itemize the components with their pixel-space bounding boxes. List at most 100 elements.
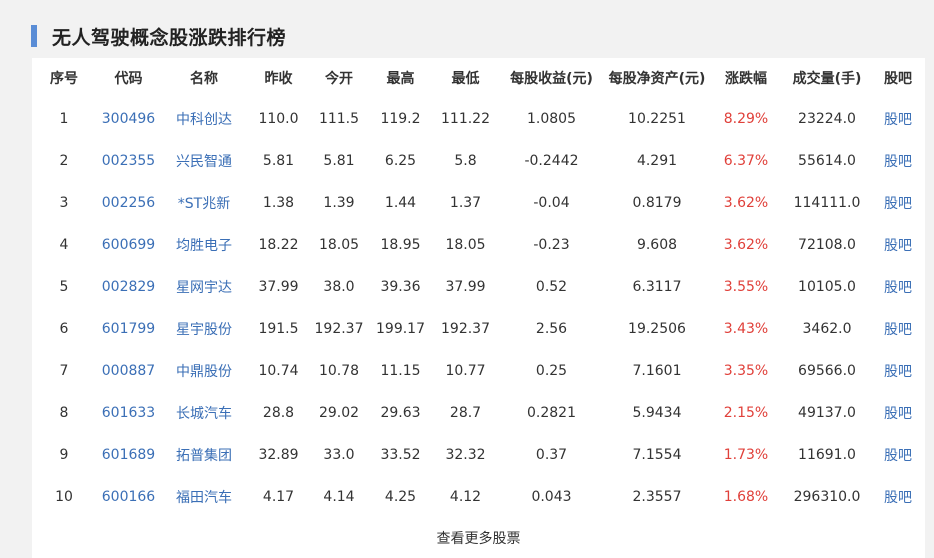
- cell-open: 5.81: [323, 153, 355, 169]
- stock-code-link[interactable]: 601689: [102, 447, 155, 463]
- cell-high: 1.44: [384, 195, 417, 211]
- forum-link[interactable]: 股吧: [884, 154, 912, 170]
- cell-change: 1.73%: [723, 447, 769, 463]
- forum-link[interactable]: 股吧: [884, 280, 912, 296]
- column-header-open: 今开: [325, 71, 353, 87]
- table-row: 5 002829 星网宇达 37.99 38.0 39.36 37.99 0.52 6.3117…: [32, 266, 925, 308]
- forum-link[interactable]: 股吧: [884, 322, 912, 338]
- cell-eps: 1.0805: [527, 111, 576, 127]
- cell-forum: 股吧: [871, 476, 925, 518]
- stock-name-link[interactable]: 福田汽车: [176, 490, 232, 506]
- cell-code: 002256: [96, 182, 161, 224]
- cell-volume: 3462.0: [802, 321, 852, 337]
- stock-name-link[interactable]: 中科创达: [176, 112, 232, 128]
- cell-open: 10.78: [318, 363, 360, 379]
- stock-name-link[interactable]: 中鼎股份: [176, 364, 232, 380]
- cell-high: 29.63: [380, 405, 421, 421]
- table-row: 2 002355 兴民智通 5.81 5.81 6.25 5.8 -0.2442 4.291 6.…: [32, 140, 925, 182]
- cell-forum: 股吧: [871, 224, 925, 266]
- cell-low: 10.77: [445, 363, 486, 379]
- column-header-index: 序号: [50, 71, 78, 87]
- stock-code-link[interactable]: 002355: [102, 153, 155, 169]
- cell-name: 长城汽车: [161, 392, 247, 434]
- stock-code-link[interactable]: 601799: [102, 321, 155, 337]
- cell-name: 星网宇达: [161, 266, 247, 308]
- cell-low: 192.37: [441, 321, 490, 337]
- cell-low: 18.05: [445, 237, 486, 253]
- stock-name-link[interactable]: 均胜电子: [176, 238, 232, 254]
- cell-name: 拓普集团: [161, 434, 247, 476]
- stock-name-link[interactable]: 星网宇达: [176, 280, 232, 296]
- forum-link[interactable]: 股吧: [884, 490, 912, 506]
- cell-bvps: 19.2506: [628, 321, 686, 337]
- stock-name-link[interactable]: 兴民智通: [176, 154, 232, 170]
- cell-index: 8: [59, 405, 69, 421]
- cell-bvps: 4.291: [636, 153, 678, 169]
- cell-volume: 114111.0: [793, 195, 861, 211]
- ranking-panel: 序号 代码 名称 昨收 今开 最高 最低 每股收益(元) 每股净资产(元) 涨跌幅 成交量(手) 股吧…: [32, 58, 925, 558]
- table-row: 1 300496 中科创达 110.0 111.5 119.2 111.22 1.0805 10…: [32, 98, 925, 140]
- cell-eps: -0.2442: [524, 153, 579, 169]
- cell-high: 6.25: [384, 153, 417, 169]
- cell-volume: 49137.0: [798, 405, 856, 421]
- cell-change: 3.55%: [723, 279, 769, 295]
- cell-volume: 69566.0: [798, 363, 856, 379]
- cell-prev-close: 4.17: [262, 489, 295, 505]
- cell-low: 28.7: [449, 405, 482, 421]
- forum-link[interactable]: 股吧: [884, 238, 912, 254]
- forum-link[interactable]: 股吧: [884, 112, 912, 128]
- cell-low: 5.8: [454, 153, 477, 169]
- table-row: 8 601633 长城汽车 28.8 29.02 29.63 28.7 0.2821 5.943…: [32, 392, 925, 434]
- cell-index: 5: [59, 279, 69, 295]
- cell-eps: 0.52: [535, 279, 568, 295]
- stock-code-link[interactable]: 600166: [102, 489, 155, 505]
- stock-name-link[interactable]: 星宇股份: [176, 322, 232, 338]
- cell-index: 6: [59, 321, 69, 337]
- cell-forum: 股吧: [871, 392, 925, 434]
- cell-code: 002829: [96, 266, 161, 308]
- cell-forum: 股吧: [871, 182, 925, 224]
- cell-low: 4.12: [449, 489, 482, 505]
- forum-link[interactable]: 股吧: [884, 448, 912, 464]
- cell-bvps: 9.608: [636, 237, 678, 253]
- stock-code-link[interactable]: 300496: [102, 111, 155, 127]
- cell-high: 11.15: [380, 363, 421, 379]
- stock-code-link[interactable]: 002256: [102, 195, 155, 211]
- cell-forum: 股吧: [871, 434, 925, 476]
- cell-volume: 11691.0: [798, 447, 856, 463]
- forum-link[interactable]: 股吧: [884, 196, 912, 212]
- forum-link[interactable]: 股吧: [884, 406, 912, 422]
- stock-code-link[interactable]: 002829: [102, 279, 155, 295]
- cell-bvps: 10.2251: [628, 111, 686, 127]
- cell-bvps: 6.3117: [632, 279, 682, 295]
- stock-name-link[interactable]: *ST兆新: [178, 196, 230, 212]
- cell-change: 1.68%: [723, 489, 769, 505]
- stock-code-link[interactable]: 000887: [102, 363, 155, 379]
- view-more-link[interactable]: 查看更多股票: [32, 528, 925, 548]
- cell-bvps: 7.1601: [632, 363, 682, 379]
- cell-code: 002355: [96, 140, 161, 182]
- cell-index: 1: [59, 111, 69, 127]
- cell-open: 111.5: [318, 111, 360, 127]
- cell-prev-close: 10.74: [258, 363, 299, 379]
- cell-bvps: 7.1554: [632, 447, 682, 463]
- stock-name-link[interactable]: 长城汽车: [176, 406, 232, 422]
- cell-low: 1.37: [449, 195, 482, 211]
- cell-name: 均胜电子: [161, 224, 247, 266]
- forum-link[interactable]: 股吧: [884, 364, 912, 380]
- cell-code: 601633: [96, 392, 161, 434]
- cell-code: 000887: [96, 350, 161, 392]
- cell-change: 6.37%: [723, 153, 769, 169]
- table-row: 6 601799 星宇股份 191.5 192.37 199.17 192.37 2.56 19…: [32, 308, 925, 350]
- stock-code-link[interactable]: 600699: [102, 237, 155, 253]
- cell-forum: 股吧: [871, 266, 925, 308]
- stock-code-link[interactable]: 601633: [102, 405, 155, 421]
- cell-name: 兴民智通: [161, 140, 247, 182]
- stock-name-link[interactable]: 拓普集团: [176, 448, 232, 464]
- cell-prev-close: 18.22: [258, 237, 299, 253]
- cell-prev-close: 5.81: [262, 153, 295, 169]
- column-header-forum: 股吧: [884, 71, 912, 87]
- cell-forum: 股吧: [871, 140, 925, 182]
- cell-name: 中科创达: [161, 98, 247, 140]
- column-header-change: 涨跌幅: [725, 71, 767, 87]
